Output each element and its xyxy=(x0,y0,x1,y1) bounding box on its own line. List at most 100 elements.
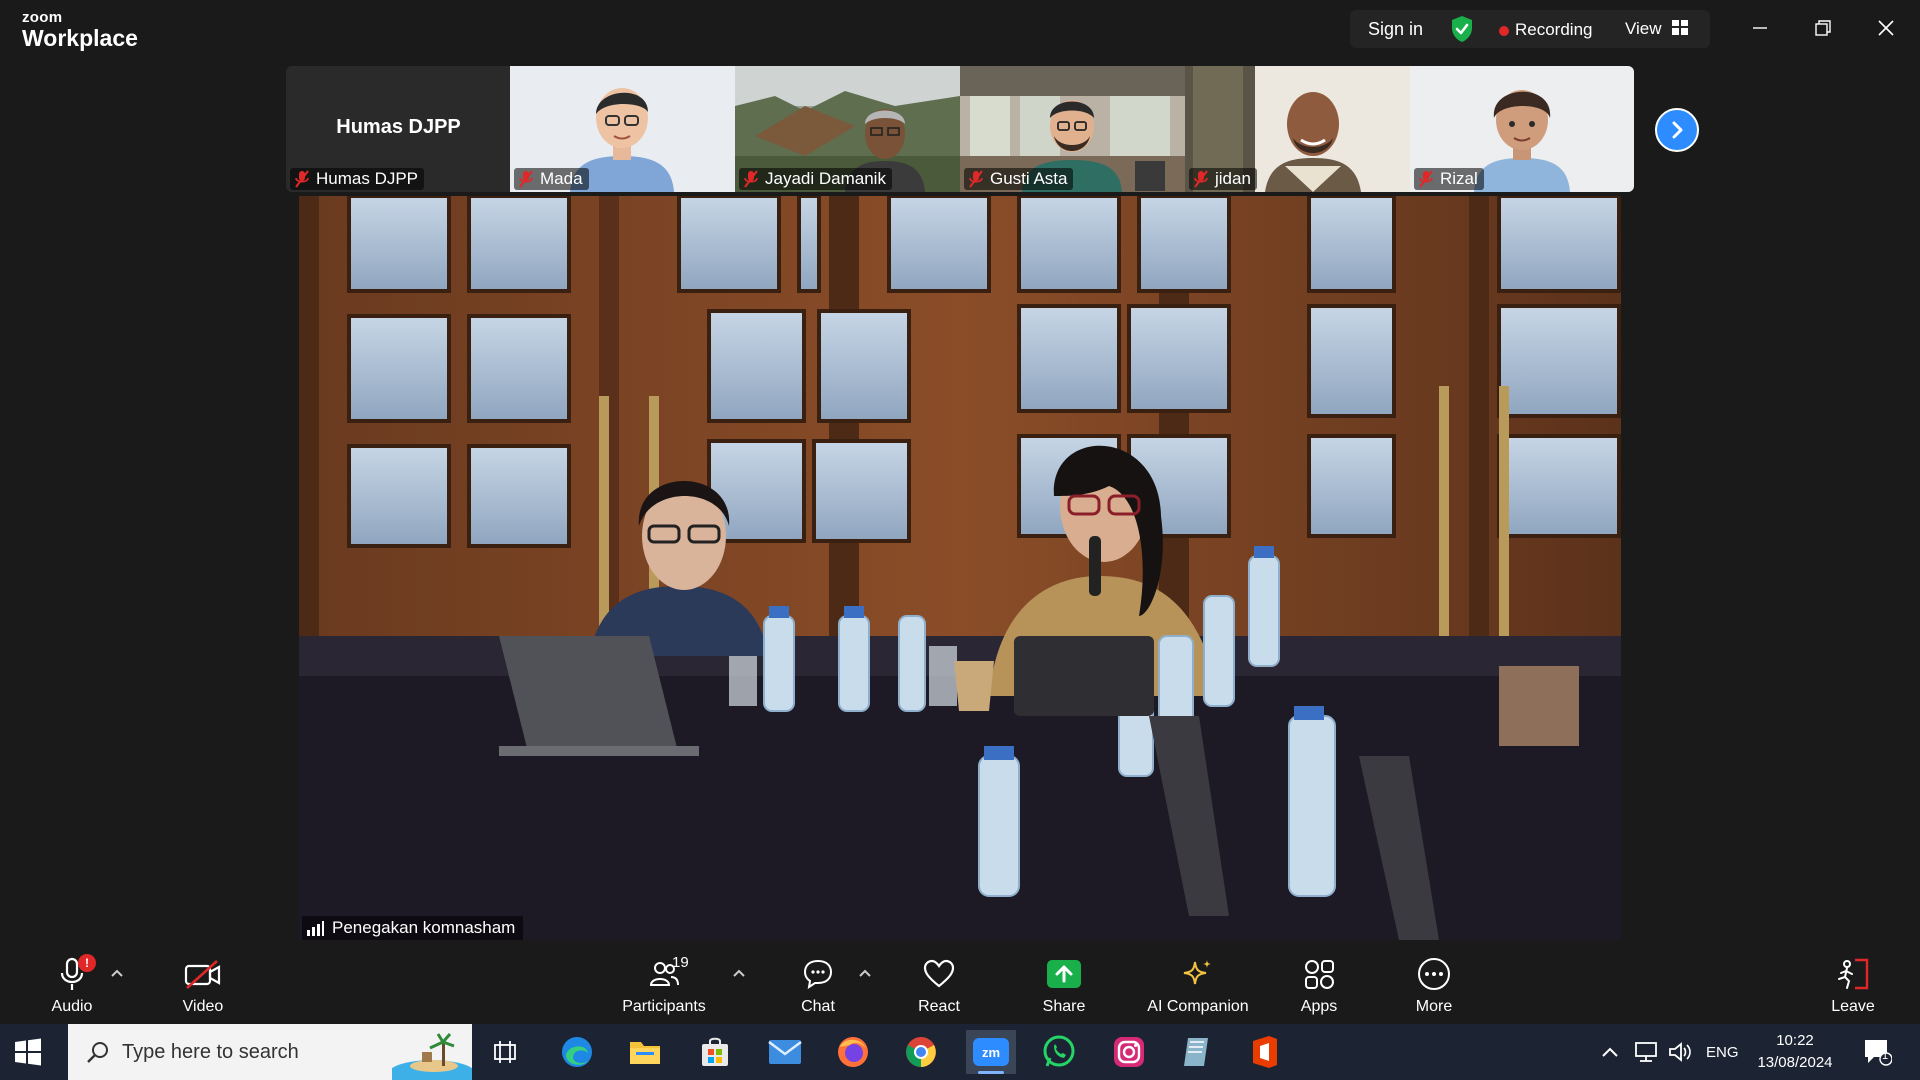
grid-view-icon[interactable] xyxy=(1672,20,1688,35)
participants-options-caret-icon[interactable] xyxy=(732,968,746,978)
task-view-icon xyxy=(494,1041,516,1063)
participant-name: Mada xyxy=(540,169,583,188)
muted-mic-icon xyxy=(969,170,983,188)
muted-mic-icon xyxy=(744,170,758,188)
audio-label: Audio xyxy=(51,998,93,1015)
gallery-next-button[interactable] xyxy=(1655,108,1699,152)
file-explorer-app[interactable] xyxy=(620,1030,670,1074)
participants-button[interactable]: 19 Participants xyxy=(616,940,712,1024)
leave-button[interactable]: Leave xyxy=(1828,940,1878,1024)
audio-alert-badge: ! xyxy=(78,954,96,972)
brand-big: Workplace xyxy=(22,25,138,51)
minimize-button[interactable] xyxy=(1742,12,1778,44)
video-label: Video xyxy=(182,998,224,1015)
whatsapp-icon xyxy=(1043,1035,1075,1067)
participant-tile[interactable]: Gusti Asta xyxy=(960,66,1185,192)
notification-count: 1 xyxy=(1882,1050,1889,1062)
network-icon[interactable] xyxy=(1634,1041,1658,1063)
participant-tile[interactable]: Humas DJPP Humas DJPP xyxy=(286,66,511,192)
system-clock[interactable]: 10:22 13/08/2024 xyxy=(1745,1030,1845,1074)
chrome-icon xyxy=(906,1037,936,1067)
ai-companion-button[interactable]: AI Companion xyxy=(1141,940,1255,1024)
zoom-app[interactable]: zm xyxy=(966,1030,1016,1074)
share-button[interactable]: Share xyxy=(1041,940,1087,1024)
more-label: More xyxy=(1415,998,1453,1015)
muted-mic-icon xyxy=(1419,170,1433,188)
participant-tile[interactable]: Rizal xyxy=(1410,66,1634,192)
mail-app[interactable] xyxy=(760,1030,810,1074)
audio-button[interactable]: ! Audio xyxy=(42,940,102,1024)
participant-name-tag: Rizal xyxy=(1414,168,1484,190)
apps-label: Apps xyxy=(1300,998,1338,1015)
participant-name: Rizal xyxy=(1440,169,1478,188)
notification-center-button[interactable]: 1 xyxy=(1852,1030,1902,1074)
firefox-app[interactable] xyxy=(828,1030,878,1074)
recording-indicator[interactable]: Recording xyxy=(1515,20,1593,40)
windows-taskbar: Type here to search zm ENG 10:22 13/08/2… xyxy=(0,1024,1920,1080)
chat-button[interactable]: Chat xyxy=(796,940,840,1024)
participant-name: jidan xyxy=(1215,169,1251,188)
participant-tile[interactable]: Mada xyxy=(510,66,735,192)
tray-icons: ENG xyxy=(1600,1024,1739,1080)
react-label: React xyxy=(918,998,960,1015)
encryption-shield-icon[interactable] xyxy=(1450,15,1474,43)
language-indicator[interactable]: ENG xyxy=(1706,1044,1739,1061)
title-bar: zoom Workplace Sign in Recording View xyxy=(0,0,1920,62)
participant-name: Humas DJPP xyxy=(316,169,419,188)
more-button[interactable]: More xyxy=(1411,940,1457,1024)
speaker-name: Penegakan komnasham xyxy=(332,918,516,937)
instagram-icon xyxy=(1114,1037,1144,1067)
edge-app[interactable] xyxy=(552,1030,602,1074)
audio-options-caret-icon[interactable] xyxy=(110,968,124,978)
share-screen-icon xyxy=(1047,960,1081,988)
notes-app[interactable] xyxy=(1172,1030,1222,1074)
zoom-icon: zm xyxy=(973,1038,1009,1066)
restore-button[interactable] xyxy=(1805,12,1841,44)
windows-start-icon[interactable] xyxy=(14,1038,42,1066)
participant-tile[interactable]: Jayadi Damanik xyxy=(735,66,960,192)
participant-display-name: Humas DJPP xyxy=(336,116,461,138)
taskbar-search-box[interactable]: Type here to search xyxy=(68,1024,472,1080)
conference-room-scene xyxy=(299,196,1621,940)
active-speaker-video[interactable] xyxy=(299,196,1621,940)
participant-count: 19 xyxy=(672,954,689,971)
participant-name: Gusti Asta xyxy=(990,169,1068,188)
speaker-name-tag: Penegakan komnasham xyxy=(302,916,524,940)
svg-text:zm: zm xyxy=(982,1045,1000,1060)
recording-dot-icon xyxy=(1499,26,1509,36)
react-button[interactable]: React xyxy=(915,940,963,1024)
more-icon xyxy=(1418,958,1450,990)
instagram-app[interactable] xyxy=(1104,1030,1154,1074)
ai-companion-label: AI Companion xyxy=(1147,998,1249,1015)
search-icon xyxy=(87,1042,108,1063)
muted-mic-icon xyxy=(519,170,533,188)
edge-browser-icon xyxy=(562,1037,592,1067)
minimize-icon xyxy=(1753,27,1767,29)
chat-label: Chat xyxy=(801,998,835,1015)
microsoft-store-app[interactable] xyxy=(690,1030,740,1074)
chevron-up-icon[interactable] xyxy=(1600,1045,1620,1059)
view-button[interactable]: View xyxy=(1625,19,1662,39)
leave-label: Leave xyxy=(1831,998,1875,1015)
participant-tile[interactable]: jidan xyxy=(1185,66,1410,192)
chat-options-caret-icon[interactable] xyxy=(858,968,872,978)
task-view-app[interactable] xyxy=(480,1030,530,1074)
sign-in-button[interactable]: Sign in xyxy=(1368,19,1423,40)
muted-mic-icon xyxy=(295,170,309,188)
participant-name-tag: Gusti Asta xyxy=(964,168,1074,190)
store-bag-icon xyxy=(702,1037,728,1066)
participant-name-tag: jidan xyxy=(1189,168,1257,190)
volume-icon[interactable] xyxy=(1668,1041,1692,1063)
chrome-app[interactable] xyxy=(896,1030,946,1074)
video-button[interactable]: Video xyxy=(172,940,234,1024)
office-app[interactable] xyxy=(1240,1030,1290,1074)
apps-icon xyxy=(1305,960,1334,989)
clock-time: 10:22 xyxy=(1776,1032,1814,1049)
chat-icon xyxy=(803,959,833,990)
apps-button[interactable]: Apps xyxy=(1296,940,1342,1024)
muted-mic-icon xyxy=(1194,170,1208,188)
close-icon xyxy=(1878,20,1894,36)
whatsapp-app[interactable] xyxy=(1034,1030,1084,1074)
close-button[interactable] xyxy=(1868,12,1904,44)
heart-icon xyxy=(923,959,955,988)
